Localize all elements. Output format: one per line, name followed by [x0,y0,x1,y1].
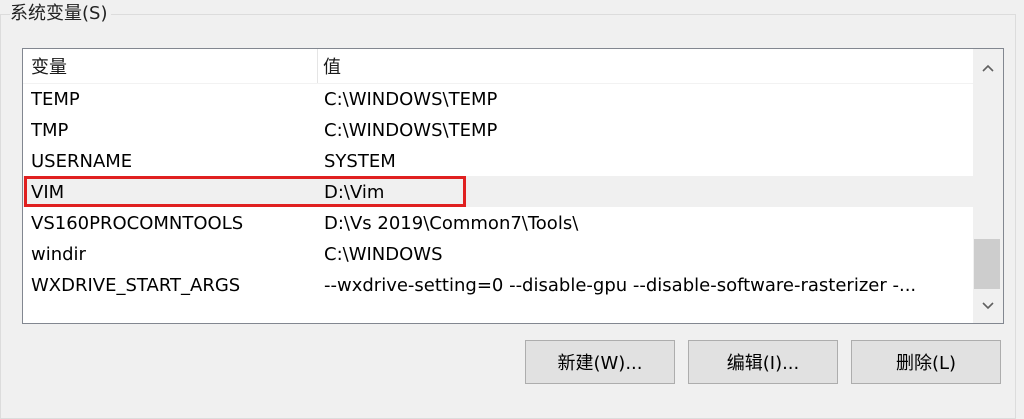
variable-name: TMP [31,120,69,141]
variable-value: --wxdrive-setting=0 --disable-gpu --disa… [324,275,917,296]
new-button[interactable]: 新建(W)... [525,340,675,384]
scroll-up-button[interactable] [973,53,1003,83]
chevron-up-icon [982,64,994,72]
edit-button[interactable]: 编辑(I)... [688,340,838,384]
list-header: 变量 值 [23,49,973,84]
table-row[interactable]: WXDRIVE_START_ARGS --wxdrive-setting=0 -… [23,269,973,300]
vertical-scrollbar[interactable] [973,49,1003,323]
table-row[interactable]: TMP C:\WINDOWS\TEMP [23,114,973,145]
scroll-thumb[interactable] [974,239,1000,289]
variable-name: TEMP [31,89,80,110]
table-row[interactable]: VS160PROCOMNTOOLS D:\Vs 2019\Common7\Too… [23,207,973,238]
column-header-variable[interactable]: 变量 [31,49,67,83]
variable-name: VS160PROCOMNTOOLS [31,213,244,234]
variable-value: C:\WINDOWS\TEMP [324,120,498,141]
variable-value: C:\WINDOWS [324,244,443,265]
variable-value: D:\Vs 2019\Common7\Tools\ [324,213,579,234]
column-header-value[interactable]: 值 [323,49,341,83]
scroll-down-button[interactable] [973,291,1003,321]
table-row-selected[interactable]: VIM D:\Vim [23,176,973,207]
group-title: 系统变量(S) [10,3,112,25]
column-divider[interactable] [317,49,318,83]
variable-value: SYSTEM [324,151,396,172]
system-variables-list[interactable]: 变量 值 TEMP C:\WINDOWS\TEMP TMP C:\WINDOWS… [22,48,1004,324]
table-row[interactable]: TEMP C:\WINDOWS\TEMP [23,83,973,114]
variable-value: C:\WINDOWS\TEMP [324,89,498,110]
chevron-down-icon [982,302,994,310]
variable-name: WXDRIVE_START_ARGS [31,275,241,296]
variable-name: USERNAME [31,151,133,172]
variable-name: VIM [31,182,65,203]
variable-name: windir [31,244,86,265]
delete-button[interactable]: 删除(L) [851,340,1001,384]
list-body: TEMP C:\WINDOWS\TEMP TMP C:\WINDOWS\TEMP… [23,83,973,300]
variable-value: D:\Vim [324,182,385,203]
table-row[interactable]: USERNAME SYSTEM [23,145,973,176]
table-row[interactable]: windir C:\WINDOWS [23,238,973,269]
